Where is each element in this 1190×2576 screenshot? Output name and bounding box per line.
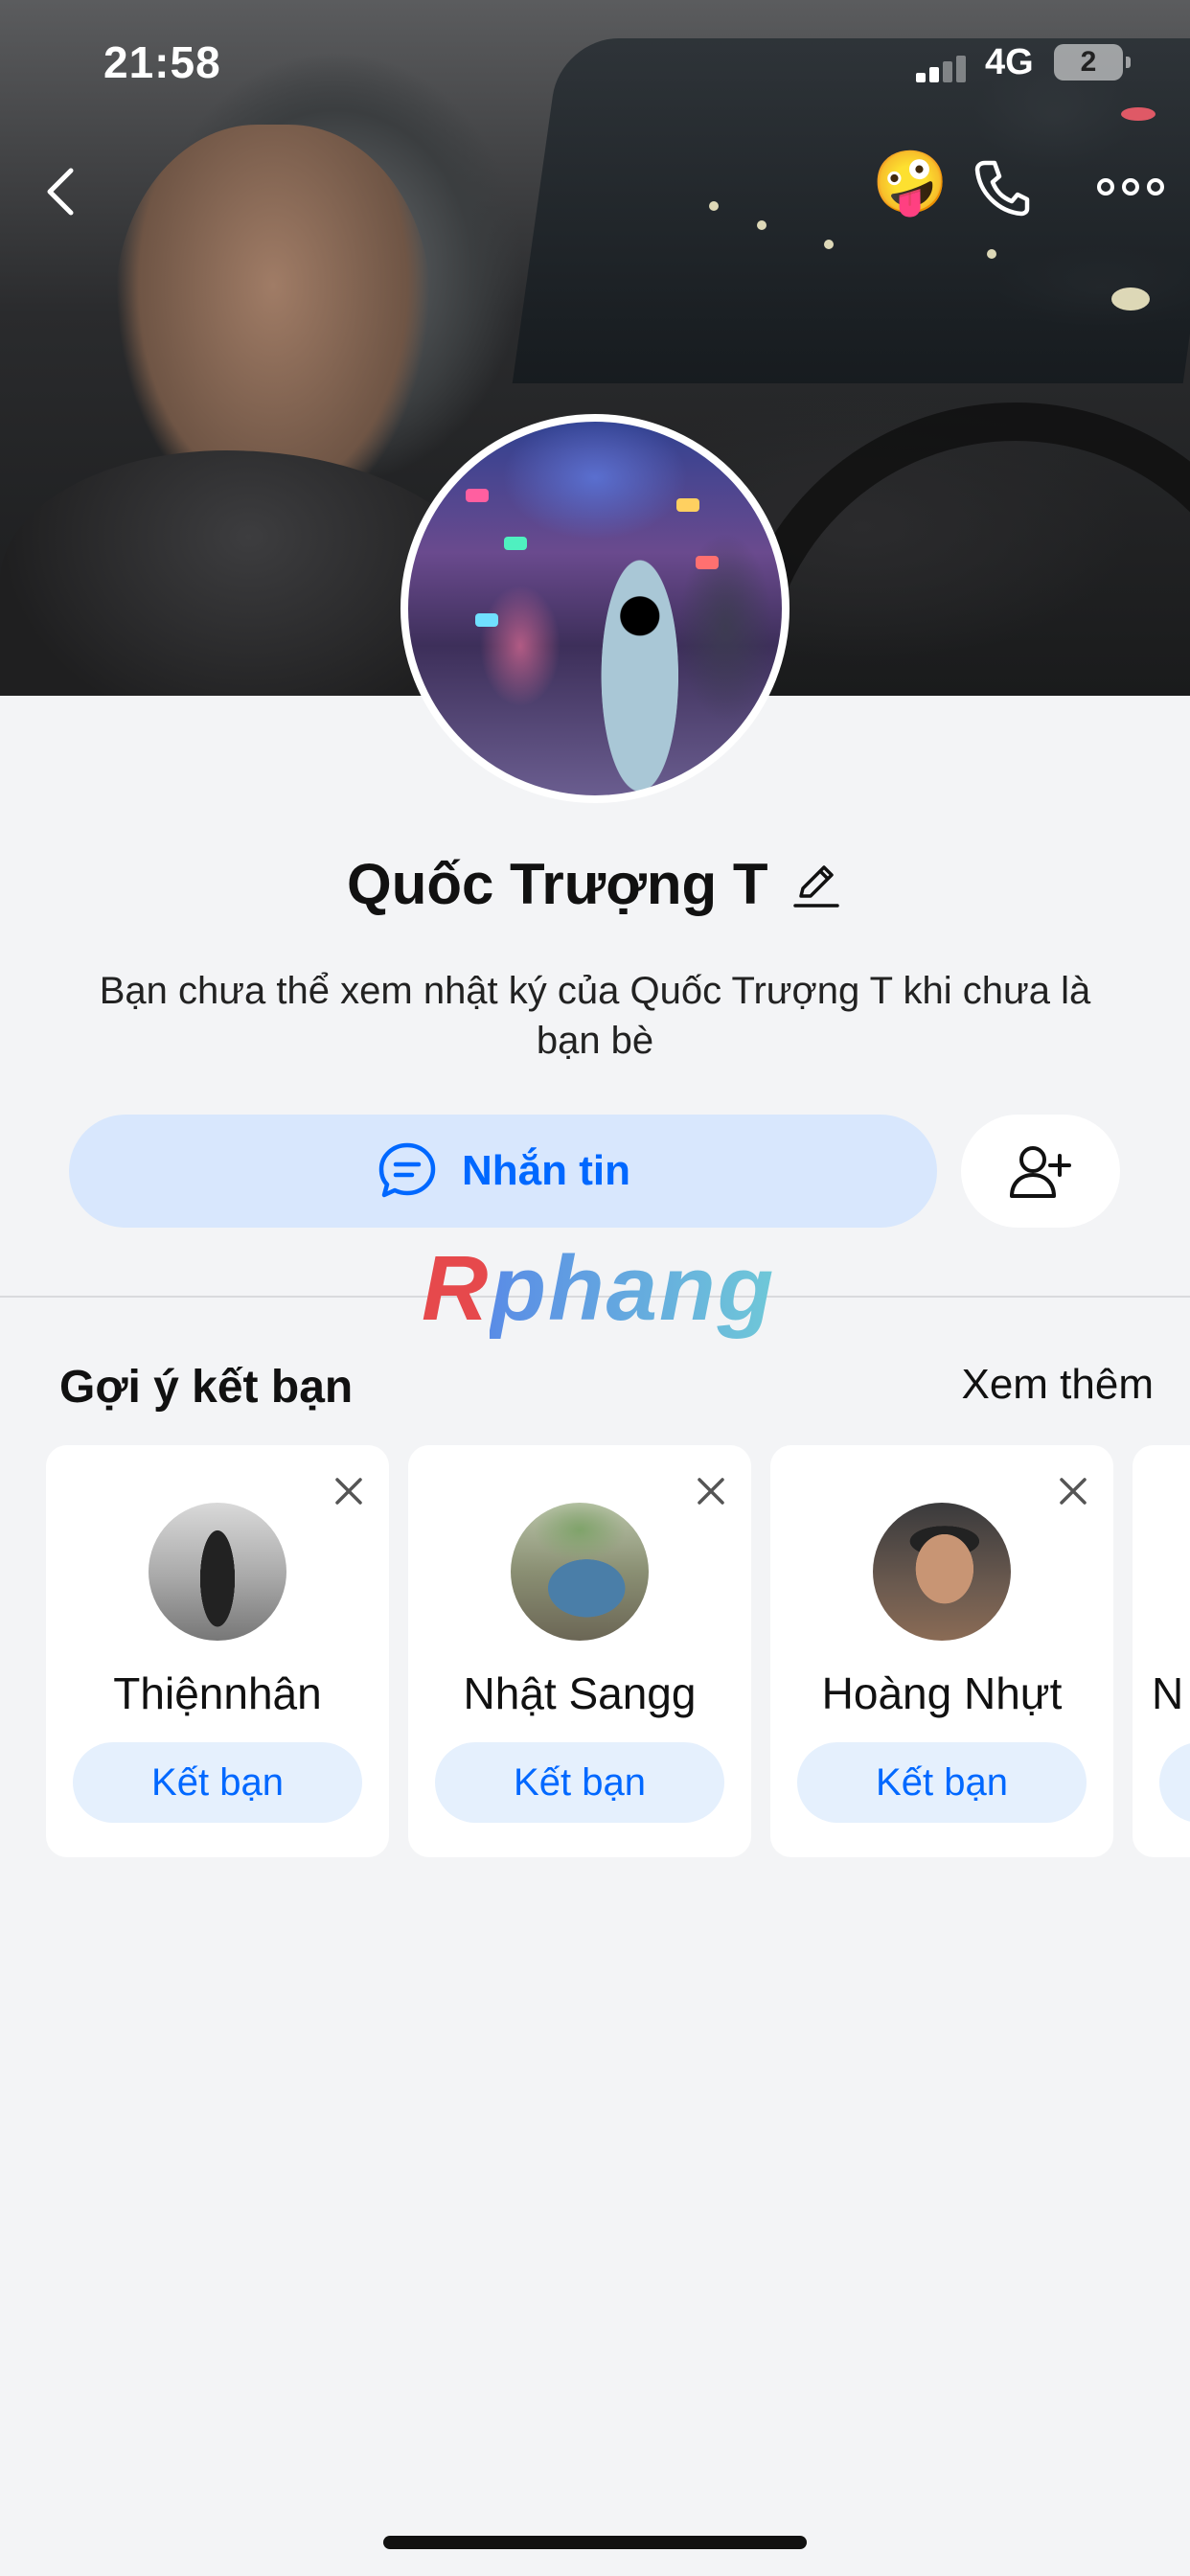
- message-button[interactable]: Nhắn tin: [69, 1115, 937, 1228]
- see-more-link[interactable]: Xem thêm: [961, 1361, 1154, 1409]
- private-diary-notice: Bạn chưa thể xem nhật ký của Quốc Trượng…: [99, 970, 1091, 1062]
- suggestion-avatar[interactable]: [149, 1503, 286, 1641]
- suggestion-card[interactable]: Thiệnnhân Kết bạn: [46, 1445, 389, 1857]
- chevron-left-icon: [47, 168, 74, 216]
- add-friend-suggestion-button[interactable]: Kết bạn: [435, 1742, 724, 1823]
- add-friend-suggestion-button[interactable]: Kết bạn: [73, 1742, 362, 1823]
- message-button-label: Nhắn tin: [462, 1147, 630, 1194]
- close-icon[interactable]: [692, 1472, 730, 1510]
- emoji-button[interactable]: 🤪: [872, 146, 949, 218]
- suggestion-card[interactable]: Nhật Sangg Kết bạn: [408, 1445, 751, 1857]
- more-horizontal-icon: [1097, 178, 1164, 196]
- suggestion-name: Hoàng Nhựt: [821, 1668, 1063, 1718]
- suggestion-card[interactable]: Hoàng Nhựt Kết bạn: [770, 1445, 1113, 1857]
- close-icon[interactable]: [1054, 1472, 1092, 1510]
- add-friend-button[interactable]: [961, 1115, 1120, 1228]
- battery-level: 2: [1080, 46, 1097, 78]
- status-network: 4G: [985, 42, 1034, 82]
- suggestion-name: Nhật Sangg: [463, 1668, 697, 1718]
- suggestion-name: N: [1152, 1668, 1184, 1718]
- suggestion-avatar[interactable]: [511, 1503, 649, 1641]
- suggestion-avatar[interactable]: [873, 1503, 1011, 1641]
- profile-name: Quốc Trượng T: [347, 852, 768, 916]
- cover-steering-wheel: [728, 402, 1190, 696]
- back-button[interactable]: [34, 153, 92, 230]
- pencil-icon[interactable]: [790, 858, 843, 911]
- suggestion-cards[interactable]: Thiệnnhân Kết bạn Nhật Sangg Kết bạn Hoà…: [46, 1445, 1190, 1857]
- more-options-button[interactable]: [1092, 163, 1169, 211]
- suggestion-card[interactable]: N: [1133, 1445, 1190, 1857]
- signal-icon: [916, 54, 973, 82]
- friend-suggestions-title: Gợi ý kết bạn: [59, 1362, 354, 1413]
- call-button[interactable]: [968, 153, 1035, 220]
- battery-icon: 2: [1054, 44, 1131, 80]
- zany-face-emoji-icon: 🤪: [872, 148, 949, 217]
- add-friend-suggestion-button[interactable]: [1159, 1742, 1190, 1823]
- watermark-part1: R: [422, 1237, 491, 1340]
- home-indicator[interactable]: [383, 2536, 807, 2549]
- add-user-icon: [1010, 1146, 1071, 1198]
- chat-bubble-icon: [378, 1142, 436, 1198]
- watermark-logo: Rphang: [422, 1241, 775, 1337]
- watermark-part2: phang: [490, 1237, 776, 1340]
- add-friend-suggestion-button[interactable]: Kết bạn: [797, 1742, 1087, 1823]
- suggestion-name: Thiệnnhân: [113, 1668, 322, 1718]
- close-icon[interactable]: [330, 1472, 368, 1510]
- status-time: 21:58: [103, 37, 221, 87]
- status-bar: 21:58 4G 2: [0, 0, 1190, 125]
- profile-name-row: Quốc Trượng T: [0, 851, 1190, 917]
- phone-icon: [974, 160, 1030, 217]
- profile-avatar[interactable]: [400, 414, 790, 803]
